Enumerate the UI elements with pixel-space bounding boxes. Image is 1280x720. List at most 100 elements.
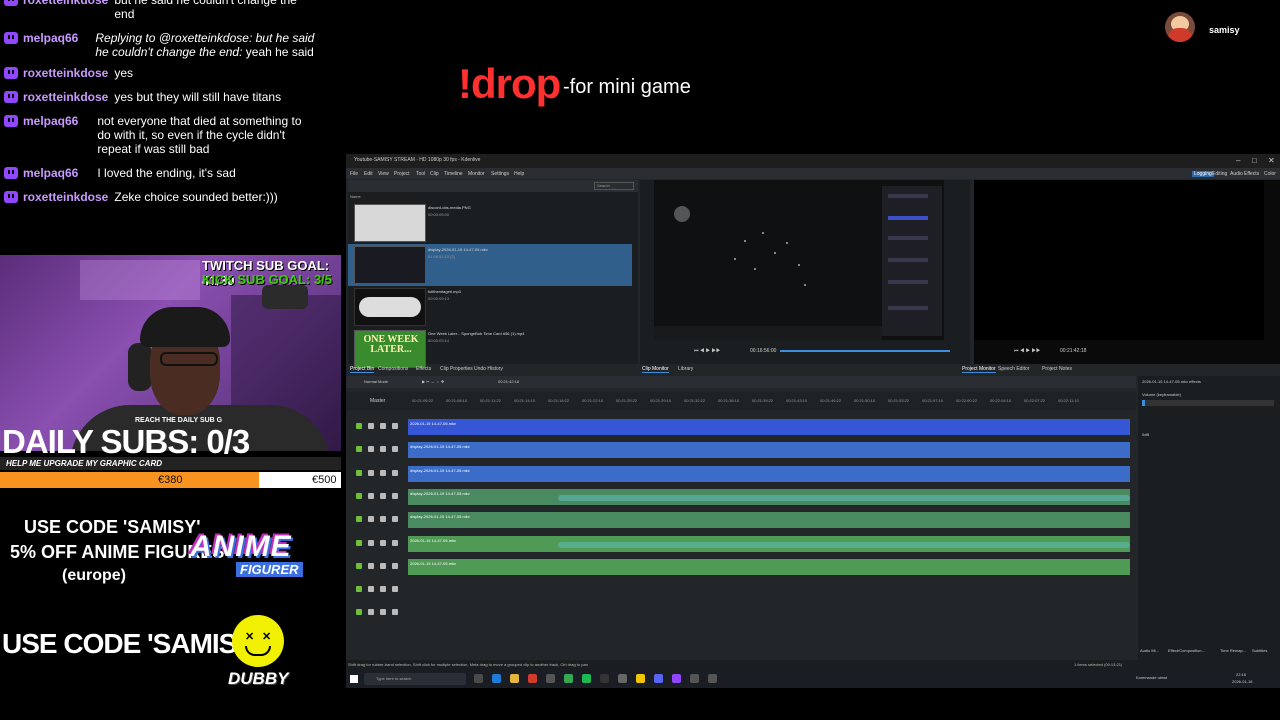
track-header[interactable] <box>352 559 408 575</box>
tab-effect-composition[interactable]: Effect/Composition... <box>1168 648 1205 653</box>
menu-project[interactable]: Project <box>394 171 410 177</box>
track-mute-icon[interactable] <box>380 469 386 476</box>
track-mute-icon[interactable] <box>380 562 386 569</box>
track-header[interactable] <box>352 536 408 552</box>
track-edit-icon[interactable] <box>368 562 374 569</box>
timeline-clip[interactable]: display-2026-01-15 14-47-05.mkv <box>408 488 1130 505</box>
track-target-icon[interactable] <box>356 516 362 523</box>
bin-clip[interactable]: discord-obs-media.PNG 00:00:05:00 <box>348 202 632 244</box>
track-lock-icon[interactable] <box>392 516 398 523</box>
tray-date[interactable]: 2026-01-16 <box>1232 679 1252 684</box>
menu-monitor[interactable]: Monitor <box>468 171 485 177</box>
tab-time-remap[interactable]: Time Remap... <box>1220 648 1246 653</box>
menu-clip[interactable]: Clip <box>430 171 439 177</box>
tray-app-label[interactable]: Kommande ulmst <box>1136 675 1167 680</box>
track-edit-icon[interactable] <box>368 446 374 453</box>
menu-help[interactable]: Help <box>514 171 524 177</box>
track-edit-icon[interactable] <box>368 609 374 616</box>
menu-file[interactable]: File <box>350 171 358 177</box>
timeline-clip[interactable]: 2026-01-15 14-47-05.mkv <box>408 419 1130 435</box>
tab-compositions[interactable]: Compositions <box>378 366 408 372</box>
tab-effects[interactable]: Effects <box>416 366 431 372</box>
track-header[interactable] <box>352 466 408 482</box>
menu-view[interactable]: View <box>378 171 389 177</box>
track-mute-icon[interactable] <box>380 586 386 593</box>
app-icon[interactable] <box>690 674 699 683</box>
chat-username[interactable]: roxetteinkdose <box>23 90 108 104</box>
twitch-icon[interactable] <box>672 674 681 683</box>
track-target-icon[interactable] <box>356 423 362 429</box>
tab-clip-properties[interactable]: Clip Properties <box>440 366 473 372</box>
timeline-clip[interactable]: display-2026-01-15 14-47-05.mkv <box>408 465 1130 482</box>
bin-search-input[interactable]: Search <box>594 182 634 190</box>
track-target-icon[interactable] <box>356 539 362 546</box>
discord-icon[interactable] <box>654 674 663 683</box>
clip-monitor-scrubber[interactable] <box>780 350 950 352</box>
app-icon[interactable] <box>636 674 645 683</box>
tab-audio-mixer[interactable]: Audio Mi... <box>1140 648 1159 653</box>
track-lock-icon[interactable] <box>392 492 398 499</box>
app-icon[interactable] <box>528 674 537 683</box>
chat-username[interactable]: melpaq66 <box>23 31 78 45</box>
layout-audio[interactable]: Audio <box>1230 171 1243 177</box>
tab-library[interactable]: Library <box>678 366 693 372</box>
kdenlive-taskbar-icon[interactable] <box>618 674 627 683</box>
chat-username[interactable]: melpaq66 <box>23 166 78 180</box>
track-target-icon[interactable] <box>356 609 362 616</box>
tab-project-bin[interactable]: Project Bin <box>350 366 375 373</box>
layout-editing[interactable]: Editing <box>1212 171 1227 177</box>
bin-clip[interactable]: ONE WEEK LATER... One Week Later... Spon… <box>348 328 632 370</box>
menu-settings[interactable]: Settings <box>491 171 509 177</box>
track-mute-icon[interactable] <box>380 446 386 453</box>
timeline-clip[interactable]: 2026-01-15 14-47-05.mkv <box>408 535 1130 552</box>
clip-monitor-timecode[interactable]: 00:16:56:00 <box>750 348 776 354</box>
bin-clip[interactable]: display-2026-01-15 14-47-05.mkv 01:09:51… <box>348 244 632 286</box>
taskbar-search[interactable]: Type here to search <box>364 673 466 685</box>
app-icon[interactable] <box>708 674 717 683</box>
track-target-icon[interactable] <box>356 446 362 453</box>
project-monitor-play-icon[interactable]: ⏮ ◀ ▶ ▶▶ <box>1014 348 1041 354</box>
timeline-clip[interactable]: display-2026-01-15 14-47-05.mkv <box>408 512 1130 529</box>
chat-username[interactable]: roxetteinkdose <box>23 66 108 80</box>
clip-monitor-video[interactable] <box>654 180 944 340</box>
layout-effects[interactable]: Effects <box>1244 171 1259 177</box>
tab-project-notes[interactable]: Project Notes <box>1042 366 1072 372</box>
track-edit-icon[interactable] <box>368 539 374 546</box>
track-lock-icon[interactable] <box>392 539 398 546</box>
track-edit-icon[interactable] <box>368 423 374 429</box>
volume-knob[interactable] <box>1142 400 1145 406</box>
tab-project-monitor[interactable]: Project Monitor <box>962 366 996 373</box>
spotify-icon[interactable] <box>582 674 591 683</box>
track-edit-icon[interactable] <box>368 516 374 523</box>
chrome-icon[interactable] <box>564 674 573 683</box>
chat-username[interactable]: roxetteinkdose <box>23 0 108 7</box>
menu-timeline[interactable]: Timeline <box>444 171 463 177</box>
timeline-clip[interactable]: 2026-01-15 14-47-05.mkv <box>408 558 1130 575</box>
maximize-icon[interactable]: □ <box>1252 157 1257 165</box>
track-target-icon[interactable] <box>356 469 362 476</box>
volume-effect-label[interactable]: Volume (keyframable) <box>1142 392 1181 397</box>
track-edit-icon[interactable] <box>368 586 374 593</box>
chat-username[interactable]: roxetteinkdose <box>23 190 108 204</box>
track-target-icon[interactable] <box>356 562 362 569</box>
volume-slider[interactable] <box>1142 400 1274 406</box>
obs-icon[interactable] <box>600 674 609 683</box>
track-lock-icon[interactable] <box>392 423 398 429</box>
track-lock-icon[interactable] <box>392 446 398 453</box>
track-header[interactable] <box>352 442 408 458</box>
tray-time[interactable]: 22:16 <box>1236 672 1246 677</box>
track-header-empty[interactable] <box>352 582 408 598</box>
track-header[interactable] <box>352 512 408 528</box>
close-icon[interactable]: ✕ <box>1268 157 1275 165</box>
track-mute-icon[interactable] <box>380 423 386 429</box>
track-lock-icon[interactable] <box>392 469 398 476</box>
chat-username[interactable]: melpaq66 <box>23 114 78 128</box>
tab-clip-monitor[interactable]: Clip Monitor <box>642 366 669 373</box>
minimize-icon[interactable]: – <box>1236 157 1240 165</box>
timeline-timecode[interactable]: 00:21:42:18 <box>498 379 519 384</box>
tab-speech-editor[interactable]: Speech Editor <box>998 366 1029 372</box>
track-mute-icon[interactable] <box>380 609 386 616</box>
track-header-empty[interactable] <box>352 605 408 621</box>
track-lock-icon[interactable] <box>392 562 398 569</box>
app-icon[interactable] <box>546 674 555 683</box>
